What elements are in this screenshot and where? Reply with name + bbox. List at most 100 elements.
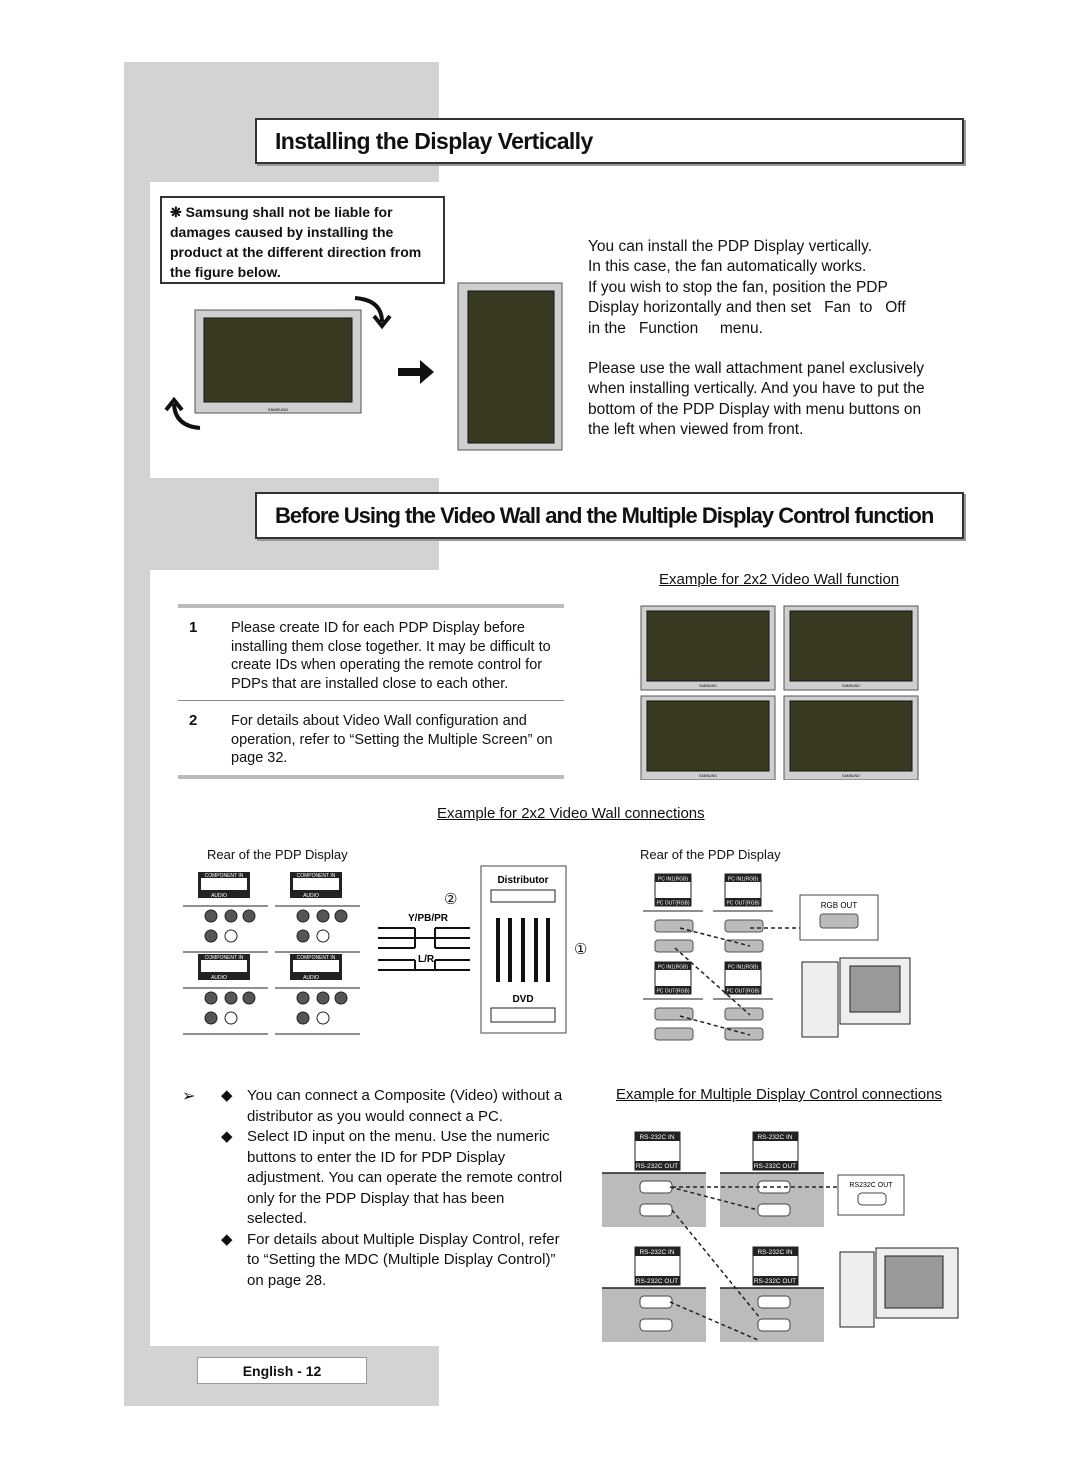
vertical-install-illustration: SAMSUNG xyxy=(164,282,563,451)
pc-out-label: PC OUT(RGB) xyxy=(656,989,689,995)
rca-jack-icon xyxy=(242,991,256,1005)
rca-jack-icon xyxy=(242,909,256,923)
lr-label: L/R xyxy=(418,954,435,965)
rear-label-right: Rear of the PDP Display xyxy=(640,847,781,862)
serial-port-icon xyxy=(639,1295,673,1309)
rca-jack-icon xyxy=(204,991,218,1005)
rs232-out-label: RS-232C OUT xyxy=(754,1278,796,1285)
brand-logo: SAMSUNG xyxy=(699,684,717,688)
diamond-icon: ◆ xyxy=(221,1230,233,1248)
rca-jack-icon xyxy=(296,929,310,943)
brand-logo: SAMSUNG xyxy=(268,407,288,412)
rs232-pc-out-label: RS232C OUT xyxy=(849,1182,893,1189)
text-line: You can install the PDP Display vertical… xyxy=(588,238,873,255)
text-line: bottom of the PDP Display with menu butt… xyxy=(588,400,922,418)
rca-jack-icon xyxy=(204,929,218,943)
component-in-label: COMPONENT IN xyxy=(297,873,336,879)
audio-label: AUDIO xyxy=(211,893,227,899)
mdc-connection-diagram: RS-232C IN RS-232C OUT RS-232C IN RS-232C O… xyxy=(602,1131,959,1342)
rs232-in-label: RS-232C IN xyxy=(757,1134,792,1141)
rgb-out-label: RGB OUT xyxy=(821,901,858,910)
rear-label-left: Rear of the PDP Display xyxy=(207,847,348,862)
serial-port-icon xyxy=(639,1203,673,1217)
rca-jack-icon xyxy=(316,929,330,943)
item-text: For details about Video Wall configurati… xyxy=(231,713,553,767)
section-title-videowall: Before Using the Video Wall and the Mult… xyxy=(255,492,964,539)
diamond-icon: ◆ xyxy=(221,1128,233,1145)
section-title-vertical: Installing the Display Vertically xyxy=(255,118,964,164)
videowall-caption: Example for 2x2 Video Wall function xyxy=(659,571,900,588)
rca-jack-icon xyxy=(316,1011,330,1025)
pc-in-label: PC IN1(RGB) xyxy=(658,965,689,971)
pc-in-label: PC IN1(RGB) xyxy=(658,877,689,883)
component-in-label: COMPONENT IN xyxy=(205,873,244,879)
marker-2: ② xyxy=(444,891,458,908)
mdc-caption: Example for Multiple Display Control con… xyxy=(616,1086,942,1103)
rs232-out-label: RS-232C OUT xyxy=(636,1278,678,1285)
divider xyxy=(178,604,564,608)
rca-jack-icon xyxy=(296,1011,310,1025)
component-panel-inner xyxy=(293,878,339,890)
divider xyxy=(178,700,564,701)
text-line: If you wish to stop the fan, position th… xyxy=(588,278,888,296)
component-panel-inner xyxy=(201,878,247,890)
pc-out-label: PC OUT(RGB) xyxy=(656,901,689,907)
item-text: Please create ID for each PDP Display be… xyxy=(231,620,551,692)
vga-port-icon xyxy=(724,919,764,933)
brand-logo: SAMSUNG xyxy=(699,774,717,778)
brand-logo: SAMSUNG xyxy=(842,684,860,688)
note-item: ◆ For details about Multiple Display Cont… xyxy=(221,1230,560,1289)
serial-port-icon xyxy=(639,1180,673,1194)
vga-port-icon xyxy=(819,913,859,929)
pc-in-label: PC IN1(RGB) xyxy=(728,965,759,971)
serial-port-icon xyxy=(857,1192,887,1206)
rca-jack-icon xyxy=(204,1011,218,1025)
notes-list: ◆ You can connect a Composite (Video) wit… xyxy=(221,1086,566,1291)
monitor-screen xyxy=(884,1255,944,1309)
distributor-label: Distributor xyxy=(497,875,548,886)
rca-jack-icon xyxy=(316,909,330,923)
distributor-device-icon xyxy=(490,889,556,903)
pc-in-label: PC IN1(RGB) xyxy=(728,877,759,883)
component-panel-inner xyxy=(293,960,339,972)
vga-port-icon xyxy=(654,939,694,953)
text-line: Display horizontally and then set Fan to… xyxy=(588,299,906,317)
audio-label: AUDIO xyxy=(303,975,319,981)
wall-display-screen xyxy=(646,610,770,682)
rs232-out-label: RS-232C OUT xyxy=(754,1163,796,1170)
serial-port-icon xyxy=(757,1295,791,1309)
rs232-in-label: RS-232C IN xyxy=(757,1249,792,1256)
rca-jack-icon xyxy=(334,909,348,923)
rca-jack-icon xyxy=(224,991,238,1005)
item-number: 1 xyxy=(189,619,198,636)
text-line: when installing vertically. And you have… xyxy=(588,380,925,398)
diamond-icon: ◆ xyxy=(221,1087,233,1104)
rs232-in-label: RS-232C IN xyxy=(639,1134,674,1141)
page-number: English - 12 xyxy=(197,1357,367,1384)
liability-warning: ❋ Samsung shall not be liable for damage… xyxy=(160,196,445,284)
pc-out-label: PC OUT(RGB) xyxy=(726,901,759,907)
rs232-out-label: RS-232C OUT xyxy=(636,1163,678,1170)
serial-port-icon xyxy=(757,1318,791,1332)
ypbpr-label: Y/PB/PR xyxy=(408,913,449,924)
rca-jack-icon xyxy=(224,929,238,943)
vertical-install-text: You can install the PDP Display vertical… xyxy=(588,237,968,441)
dvd-player-icon xyxy=(490,1007,556,1023)
text-line: In this case, the fan automatically work… xyxy=(588,258,867,276)
right-arrow-icon xyxy=(398,360,434,384)
marker-1: ① xyxy=(574,941,588,958)
wall-display-screen xyxy=(789,700,913,772)
note-item: ◆ You can connect a Composite (Video) wit… xyxy=(221,1087,563,1125)
component-panel-inner xyxy=(201,960,247,972)
rca-jack-icon xyxy=(204,909,218,923)
text-line: the left when viewed from front. xyxy=(588,421,804,439)
vga-port-icon xyxy=(654,1027,694,1041)
item-number: 2 xyxy=(189,712,198,729)
videowall-illustration: SAMSUNG SAMSUNG SAMSUNG SAMSUNG xyxy=(640,605,919,780)
connections-caption: Example for 2x2 Video Wall connections xyxy=(437,805,705,822)
serial-port-icon xyxy=(639,1318,673,1332)
text-line: in the Function menu. xyxy=(588,319,763,337)
rca-jack-icon xyxy=(334,991,348,1005)
rca-jack-icon xyxy=(224,909,238,923)
pc-out-label: PC OUT(RGB) xyxy=(726,989,759,995)
